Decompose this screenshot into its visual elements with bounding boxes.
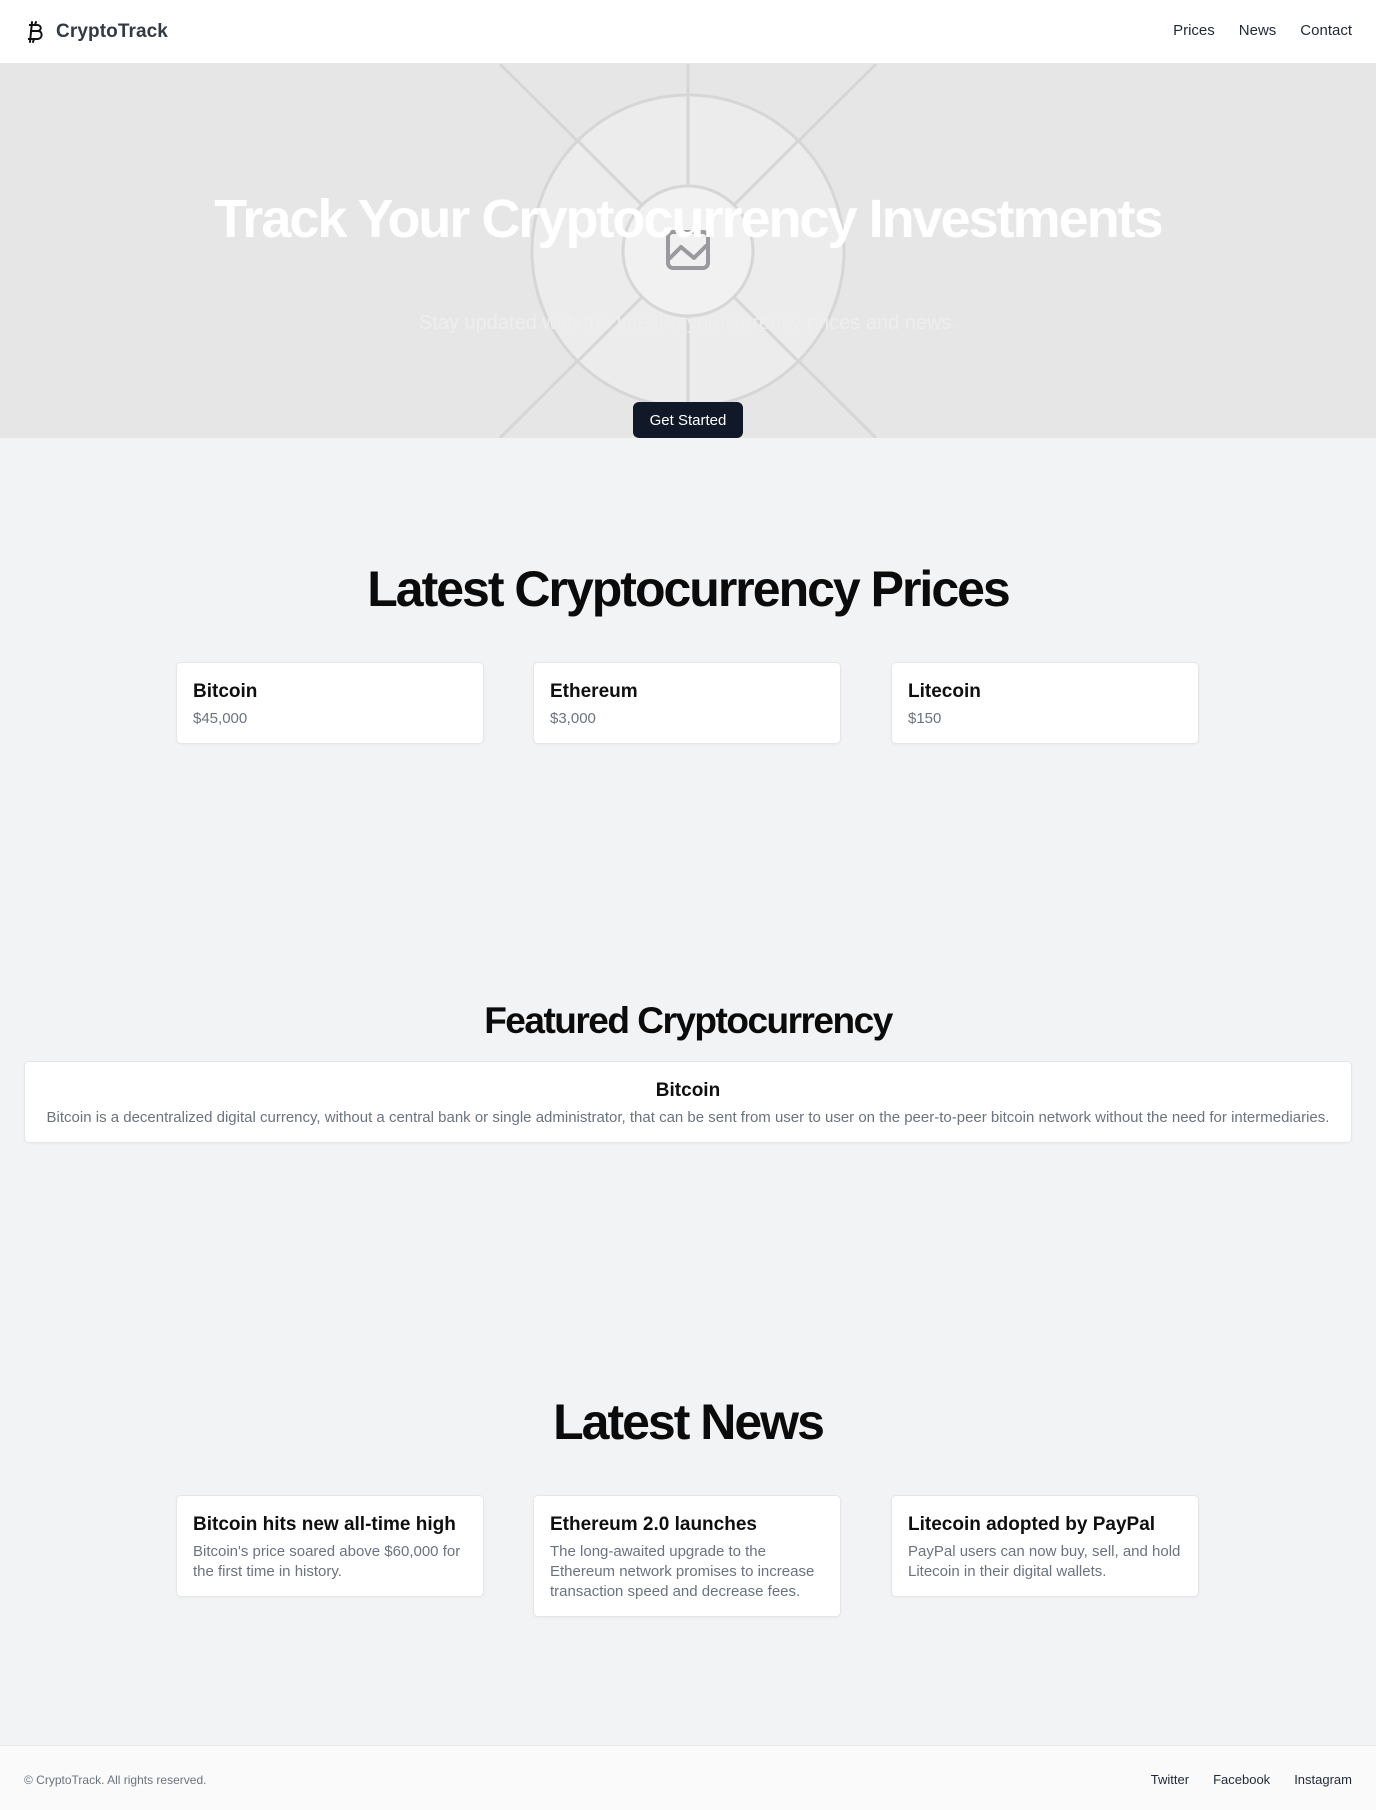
news-card[interactable]: Bitcoin hits new all-time high Bitcoin's… [176,1495,484,1597]
footer-link-facebook[interactable]: Facebook [1213,1772,1270,1787]
nav-link-news[interactable]: News [1239,22,1277,39]
news-summary: PayPal users can now buy, sell, and hold… [908,1543,1181,1580]
news-card[interactable]: Ethereum 2.0 launches The long-awaited u… [533,1495,841,1617]
prices-section-title: Latest Cryptocurrency Prices [367,561,1011,617]
site-footer: © CryptoTrack. All rights reserved. Twit… [0,1745,1376,1810]
price-card-name: Litecoin [908,681,981,702]
price-card-name: Ethereum [550,681,638,702]
featured-card[interactable]: Bitcoin Bitcoin is a decentralized digit… [24,1061,1352,1143]
price-card-name: Bitcoin [193,681,258,702]
news-headline: Bitcoin hits new all-time high [193,1514,456,1535]
image-placeholder-icon [498,64,878,438]
price-card-value: $3,000 [550,710,596,727]
price-card-bitcoin[interactable]: Bitcoin $45,000 [176,662,484,744]
copyright-text: © CryptoTrack. All rights reserved. [24,1773,207,1787]
footer-link-twitter[interactable]: Twitter [1151,1772,1189,1787]
news-summary: Bitcoin's price soared above $60,000 for… [193,1543,461,1580]
price-card-litecoin[interactable]: Litecoin $150 [891,662,1199,744]
featured-name: Bitcoin [655,1080,721,1101]
nav-link-prices[interactable]: Prices [1173,22,1215,39]
get-started-button[interactable]: Get Started [633,402,743,438]
price-card-value: $45,000 [193,710,248,727]
news-card[interactable]: Litecoin adopted by PayPal PayPal users … [891,1495,1199,1597]
site-header: CryptoTrack Prices News Contact [0,0,1376,64]
featured-description: Bitcoin is a decentralized digital curre… [46,1109,1330,1126]
news-headline: Ethereum 2.0 launches [550,1514,757,1535]
brand-link[interactable]: CryptoTrack [24,18,168,46]
news-summary: The long-awaited upgrade to the Ethereum… [550,1543,815,1600]
hero-subtitle: Stay updated with the latest cryptocurre… [418,312,958,334]
main-nav: Prices News Contact [1149,22,1352,39]
footer-link-instagram[interactable]: Instagram [1294,1772,1352,1787]
hero-section: Track Your Cryptocurrency Investments St… [0,64,1376,438]
news-headline: Litecoin adopted by PayPal [908,1514,1156,1535]
brand-name: CryptoTrack [56,21,168,42]
hero-title: Track Your Cryptocurrency Investments [214,189,1163,249]
price-card-ethereum[interactable]: Ethereum $3,000 [533,662,841,744]
bitcoin-icon [24,19,46,45]
featured-section-title: Featured Cryptocurrency [484,1000,893,1041]
price-card-value: $150 [908,710,942,727]
nav-link-contact[interactable]: Contact [1300,22,1352,39]
news-section-title: Latest News [553,1394,825,1450]
social-links: Twitter Facebook Instagram [1127,1772,1352,1787]
